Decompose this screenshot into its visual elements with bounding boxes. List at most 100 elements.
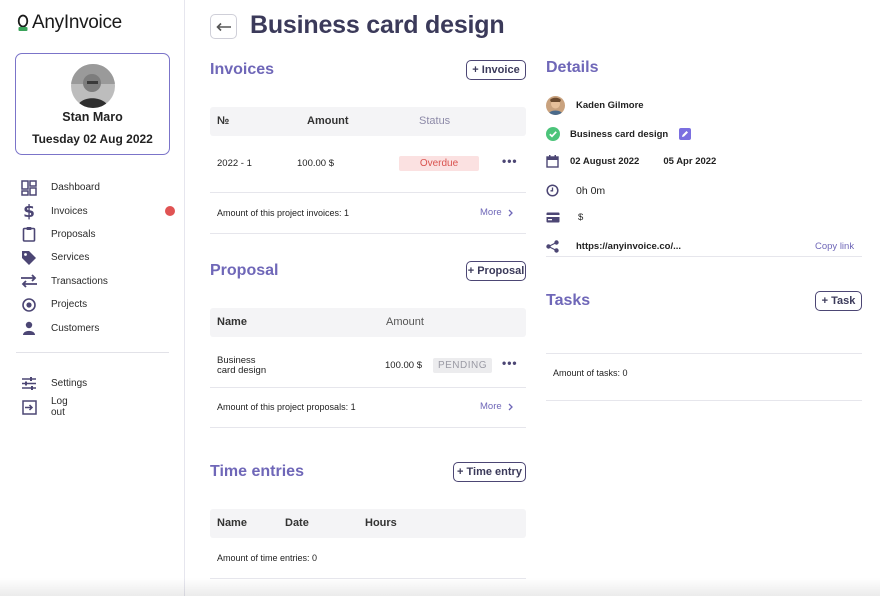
check-circle-icon <box>546 127 560 141</box>
end-date: 05 Apr 2022 <box>663 156 717 167</box>
sidebar-divider <box>16 352 169 353</box>
calendar-icon <box>546 155 559 168</box>
project-link: https://anyinvoice.co/... <box>576 241 682 252</box>
tasks-summary: Amount of tasks: 0 <box>553 368 628 378</box>
customer-name: Kaden Gilmore <box>576 100 644 111</box>
pencil-icon <box>682 131 689 137</box>
sidebar: AnyInvoice Stan Maro Tuesday 02 Aug 2022… <box>0 0 185 596</box>
target-icon <box>20 296 38 314</box>
page-title: Business card design <box>250 11 505 39</box>
add-task-button[interactable]: + Task <box>815 291 862 311</box>
start-date: 02 August 2022 <box>570 156 640 167</box>
column-header-name: Name <box>217 517 247 529</box>
currency: $ <box>578 212 584 223</box>
dashboard-icon <box>20 179 38 197</box>
divider <box>210 427 526 428</box>
sidebar-item-settings[interactable]: Settings <box>20 372 87 395</box>
column-header-status: Status <box>419 115 451 127</box>
sidebar-item-label: Settings <box>51 378 88 390</box>
invoices-section-title: Invoices <box>210 61 275 78</box>
invoice-amount: 100.00 $ <box>297 158 334 169</box>
details-section-title: Details <box>546 59 599 76</box>
divider <box>210 233 526 234</box>
column-header-number: № <box>217 115 230 127</box>
divider <box>210 192 526 193</box>
logo-text: AnyInvoice <box>32 12 122 33</box>
proposal-section-title: Proposal <box>210 262 279 279</box>
column-header-name: Name <box>217 316 247 328</box>
column-header-hours: Hours <box>365 517 397 529</box>
secondary-nav: Settings Log out <box>20 372 87 419</box>
sidebar-item-label: Transactions <box>51 275 108 287</box>
tasks-section-title: Tasks <box>546 292 591 309</box>
sidebar-item-logout[interactable]: Log out <box>20 395 68 418</box>
sidebar-item-customers[interactable]: Customers <box>20 316 99 339</box>
clipboard-icon <box>20 225 38 243</box>
details-dates: 02 August 2022 05 Apr 2022 <box>546 155 716 168</box>
sidebar-item-label: Proposals <box>51 228 96 240</box>
svg-text:$: $ <box>23 202 35 220</box>
sidebar-item-transactions[interactable]: Transactions <box>20 270 108 293</box>
details-project: Business card design <box>546 127 692 141</box>
chevron-right-icon <box>508 403 513 410</box>
profile-name: Stan Maro <box>62 110 123 124</box>
sidebar-item-label: Invoices <box>51 205 88 217</box>
details-customer[interactable]: Kaden Gilmore <box>546 96 644 115</box>
sidebar-item-projects[interactable]: Projects <box>20 293 87 316</box>
copy-link-button[interactable]: Copy link <box>815 241 854 252</box>
proposal-amount: 100.00 $ <box>385 360 422 371</box>
details-link: https://anyinvoice.co/... <box>546 240 681 253</box>
proposals-summary: Amount of this project proposals: 1 <box>217 402 356 412</box>
tags-icon <box>20 249 38 267</box>
column-header-amount: Amount <box>386 316 424 328</box>
back-button[interactable] <box>210 14 237 39</box>
sidebar-item-label: Projects <box>51 299 88 311</box>
logout-icon <box>20 398 38 416</box>
divider <box>210 387 526 388</box>
divider <box>546 353 862 354</box>
row-menu-button[interactable]: ••• <box>502 154 518 168</box>
details-currency: $ <box>546 212 583 223</box>
chevron-right-icon <box>508 209 513 216</box>
time-entries-summary: Amount of time entries: 0 <box>217 553 318 563</box>
invoice-number: 2022 - 1 <box>217 158 252 169</box>
divider <box>546 400 862 401</box>
user-icon <box>20 319 38 337</box>
time-entries-table-header: Name Date Hours <box>210 509 526 538</box>
project-name: Business card design <box>570 128 669 140</box>
more-label: More <box>480 207 502 218</box>
time-spent: 0h 0m <box>576 184 606 197</box>
sidebar-item-label: Dashboard <box>51 182 100 194</box>
customer-avatar <box>546 96 565 115</box>
sidebar-item-label: Customers <box>51 322 100 334</box>
dollar-icon: $ <box>20 202 38 220</box>
share-icon <box>546 240 559 253</box>
column-header-date: Date <box>285 517 309 529</box>
logo-icon <box>17 14 29 31</box>
sidebar-item-proposals[interactable]: Proposals <box>20 223 95 246</box>
sidebar-item-invoices[interactable]: $ Invoices <box>20 199 175 222</box>
invoices-summary: Amount of this project invoices: 1 <box>217 208 350 218</box>
invoices-more-link[interactable]: More <box>480 207 513 218</box>
add-proposal-button[interactable]: + Proposal <box>466 261 526 281</box>
avatar <box>71 64 115 108</box>
details-time: 0h 0m <box>546 184 605 197</box>
add-time-entry-button[interactable]: + Time entry <box>453 462 526 482</box>
sliders-icon <box>20 375 38 393</box>
alert-badge <box>165 206 175 217</box>
divider <box>546 256 862 257</box>
column-header-amount: Amount <box>307 115 349 127</box>
main-nav: Dashboard $ Invoices Proposals Services <box>20 176 175 340</box>
clock-icon <box>546 184 559 197</box>
transfer-icon <box>20 272 38 290</box>
proposals-more-link[interactable]: More <box>480 401 513 412</box>
sidebar-item-dashboard[interactable]: Dashboard <box>20 176 100 199</box>
status-badge: Overdue <box>399 156 479 171</box>
row-menu-button[interactable]: ••• <box>502 356 518 370</box>
app-logo[interactable]: AnyInvoice <box>17 12 122 34</box>
edit-project-button[interactable] <box>679 128 692 140</box>
profile-card[interactable]: Stan Maro Tuesday 02 Aug 2022 <box>15 53 170 155</box>
add-invoice-button[interactable]: + Invoice <box>466 60 526 80</box>
sidebar-item-services[interactable]: Services <box>20 246 89 269</box>
sidebar-item-label: Log out <box>51 396 68 419</box>
